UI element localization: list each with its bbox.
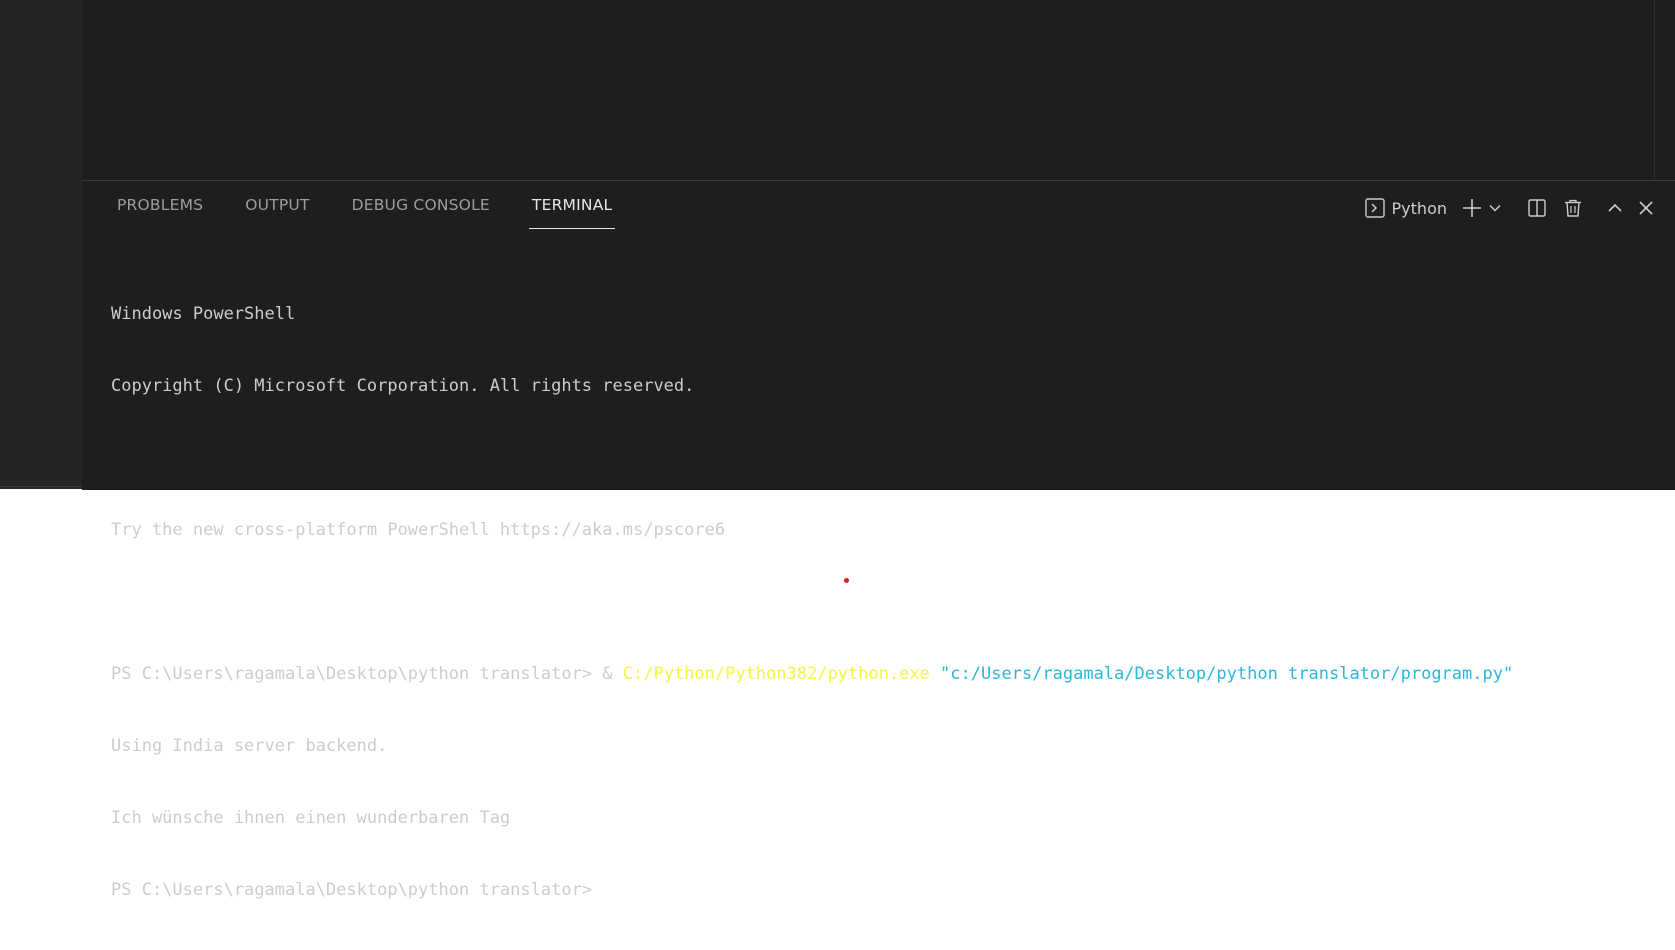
chevron-up-icon [1606, 199, 1624, 217]
panel-actions: Python [1364, 195, 1661, 221]
terminal-line: Try the new cross-platform PowerShell ht… [111, 520, 726, 540]
terminal-command-line: PS C:\Users\ragamala\Desktop\python tran… [111, 662, 1655, 686]
python-exe-path: C:/Python/Python382/python.exe [622, 664, 930, 684]
maximize-panel-button[interactable] [1599, 195, 1631, 221]
trash-icon [1563, 198, 1583, 218]
tab-debug-console[interactable]: DEBUG CONSOLE [349, 193, 493, 229]
new-terminal-button[interactable] [1459, 195, 1485, 221]
bottom-panel: PROBLEMS OUTPUT DEBUG CONSOLE TERMINAL P… [82, 180, 1675, 900]
terminal-line: Windows PowerShell [111, 304, 296, 324]
split-terminal-button[interactable] [1519, 195, 1555, 221]
tab-problems[interactable]: PROBLEMS [114, 193, 206, 229]
script-path-argument: "c:/Users/ragamala/Desktop/python transl… [940, 664, 1514, 684]
terminal-shell-selector[interactable]: Python [1364, 195, 1459, 221]
plus-icon [1461, 197, 1483, 219]
terminal-prompt-line: PS C:\Users\ragamala\Desktop\python tran… [111, 880, 593, 900]
terminal-icon [1364, 197, 1386, 219]
activity-bar [0, 0, 82, 489]
terminal-prompt: PS C:\Users\ragamala\Desktop\python tran… [111, 664, 623, 684]
terminal-dropdown-button[interactable] [1485, 195, 1505, 221]
tab-terminal[interactable]: TERMINAL [528, 193, 616, 229]
editor-scrollbar-edge [1654, 0, 1655, 180]
shell-name-label: Python [1391, 198, 1447, 218]
kill-terminal-button[interactable] [1555, 195, 1591, 221]
close-icon [1637, 199, 1655, 217]
tab-output[interactable]: OUTPUT [242, 193, 312, 229]
vscode-window: PROBLEMS OUTPUT DEBUG CONSOLE TERMINAL P… [0, 0, 1675, 900]
terminal-line: Using India server backend. [111, 736, 388, 756]
cursor-dot [844, 578, 849, 583]
activity-bar-divider [0, 486, 82, 487]
terminal-line: Ich wünsche ihnen einen wunderbaren Tag [111, 808, 511, 828]
close-panel-button[interactable] [1631, 195, 1661, 221]
terminal-output[interactable]: Windows PowerShell Copyright (C) Microso… [111, 254, 1655, 950]
panel-tabs: PROBLEMS OUTPUT DEBUG CONSOLE TERMINAL [114, 193, 616, 229]
terminal-line: Copyright (C) Microsoft Corporation. All… [111, 376, 695, 396]
terminal-space [930, 664, 940, 684]
chevron-down-icon [1488, 201, 1502, 215]
editor-area[interactable] [82, 0, 1675, 180]
split-icon [1527, 198, 1547, 218]
